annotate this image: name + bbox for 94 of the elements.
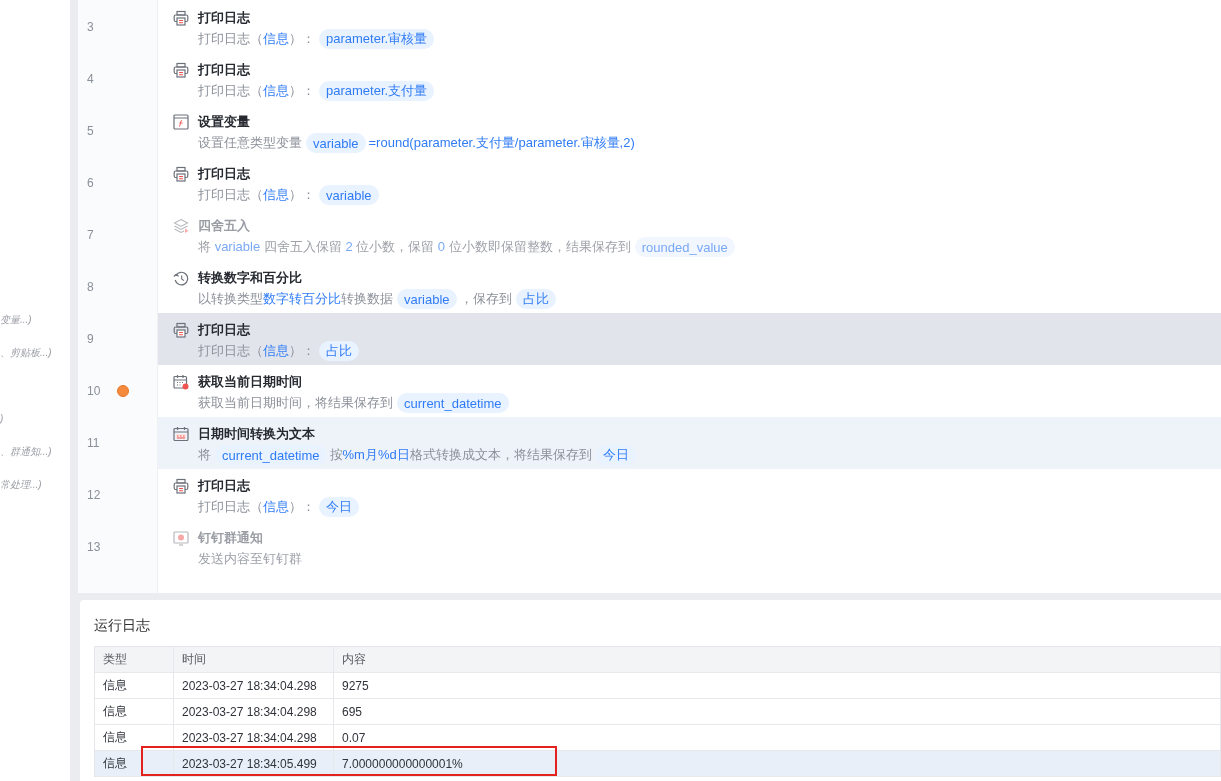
layers-icon [173,218,189,234]
line-number: 4 [87,72,95,86]
variable-tag: 占比 [319,341,359,361]
variable-tag: parameter.支付量 [319,81,435,101]
description-text: 发送内容至钉钉群 [198,551,302,567]
line-number: 9 [87,332,95,346]
sidebar-hint-text: 常处理...) [0,478,42,491]
printer-icon [173,322,189,338]
step-title: 打印日志 [198,477,250,495]
description-text: ）： [289,83,315,99]
value-text: 2 [345,239,353,255]
description-text: 打印日志（ [198,499,263,515]
variable-tag: 占比 [515,289,556,309]
formula-box-icon [173,114,189,130]
variable-tag: parameter.审核量 [319,29,435,49]
line-number: 6 [87,176,95,190]
value-text: %m月%d日 [342,447,410,463]
notification-box-icon [173,530,189,546]
value-text: =round(parameter.支付量/parameter.审核量,2) [368,135,635,151]
table-row[interactable]: 信息 2023-03-27 18:34:04.298 9275 [95,673,1221,699]
printer-icon [173,62,189,78]
step-title: 设置变量 [198,113,250,131]
line-number: 8 [87,280,95,294]
step-title: 打印日志 [198,61,250,79]
value-text: 0 [437,239,446,255]
table-cell: 信息 [95,751,174,777]
value-text: 信息 [263,31,289,47]
line-number: 10 [87,384,102,398]
printer-icon [173,166,189,182]
log-title: 运行日志 [94,616,150,635]
description-text: 格式转换成文本，将结果保存到 [409,447,592,463]
description-text: 位小数，保留 [355,239,436,255]
description-text: 按 [329,447,343,463]
step-row[interactable]: 打印日志 打印日志（信息）： 占比 [158,313,1221,365]
breakpoint-dot-icon[interactable] [117,385,129,397]
table-row[interactable]: 信息 2023-03-27 18:34:05.499 7.000000000000001% [95,751,1221,777]
variable-tag: 今日 [319,497,359,517]
sidebar-hint-text: 、群通知...) [0,445,52,458]
description-text: 四舍五入保留 [262,239,343,255]
calendar-icon [173,374,189,390]
variable-tag: variable [397,289,457,309]
line-number: 5 [87,124,95,138]
description-text: ，保存到 [459,291,512,307]
sidebar-hint-text: 变量...) [0,313,32,326]
printer-icon [173,478,189,494]
table-cell: 7.000000000000001% [334,751,1221,777]
description-text: 打印日志（ [198,343,263,359]
description-text: 将 [198,239,212,255]
sidebar-hint-text: 、剪贴板...) [0,346,52,359]
description-text: 打印日志（ [198,187,263,203]
table-row[interactable]: 信息 2023-03-27 18:34:04.298 695 [95,699,1221,725]
line-number: 12 [87,488,102,502]
value-text: 信息 [263,187,289,203]
step-title: 四舍五入 [198,217,250,235]
description-text: 以转换类型 [198,291,263,307]
line-number: 13 [87,540,102,554]
calendar-icon [173,426,189,442]
variable-tag: 今日 [595,445,636,465]
step-title: 钉钉群通知 [198,529,263,547]
value-text: 信息 [263,499,289,515]
step-title: 获取当前日期时间 [198,373,302,391]
step-title: 打印日志 [198,165,250,183]
description-text: 将 [198,447,211,463]
step-title: 打印日志 [198,9,250,27]
value-text: 信息 [263,83,289,99]
description-text: ）： [289,187,315,203]
line-number: 11 [87,436,101,450]
description-text: ）： [289,499,315,515]
description-text: ）： [289,31,315,47]
value-text: 信息 [263,343,289,359]
description-text: 获取当前日期时间，将结果保存到 [198,395,393,411]
table-row[interactable]: 信息 2023-03-27 18:34:04.298 0.07 [95,725,1221,751]
variable-tag: current_datetime [397,393,509,413]
step-title: 日期时间转换为文本 [198,425,315,443]
description-text: ）： [289,343,315,359]
circular-arrow-icon [173,270,189,286]
variable-tag: rounded_value [634,237,735,257]
variable-tag: variable [306,133,366,153]
description-text: 打印日志（ [198,83,263,99]
line-number: 7 [87,228,95,242]
value-text: 数字转百分比 [263,291,341,307]
step-title: 转换数字和百分比 [198,269,302,287]
description-text: 位小数即保留整数，结果保存到 [447,239,631,255]
variable-tag: variable [319,185,379,205]
line-number: 3 [87,20,95,34]
step-row[interactable]: 日期时间转换为文本 将 current_datetime 按%m月%d日格式转换成文本，将结果保存到 今日 [158,417,1221,469]
description-text: 打印日志（ [198,31,263,47]
table-cell: 2023-03-27 18:34:05.499 [174,751,334,777]
step-title: 打印日志 [198,321,250,339]
value-text: variable [214,239,261,255]
printer-icon [173,10,189,26]
description-text: 设置任意类型变量 [198,135,302,151]
description-text: 转换数据 [341,291,393,307]
variable-tag: current_datetime [215,445,327,465]
